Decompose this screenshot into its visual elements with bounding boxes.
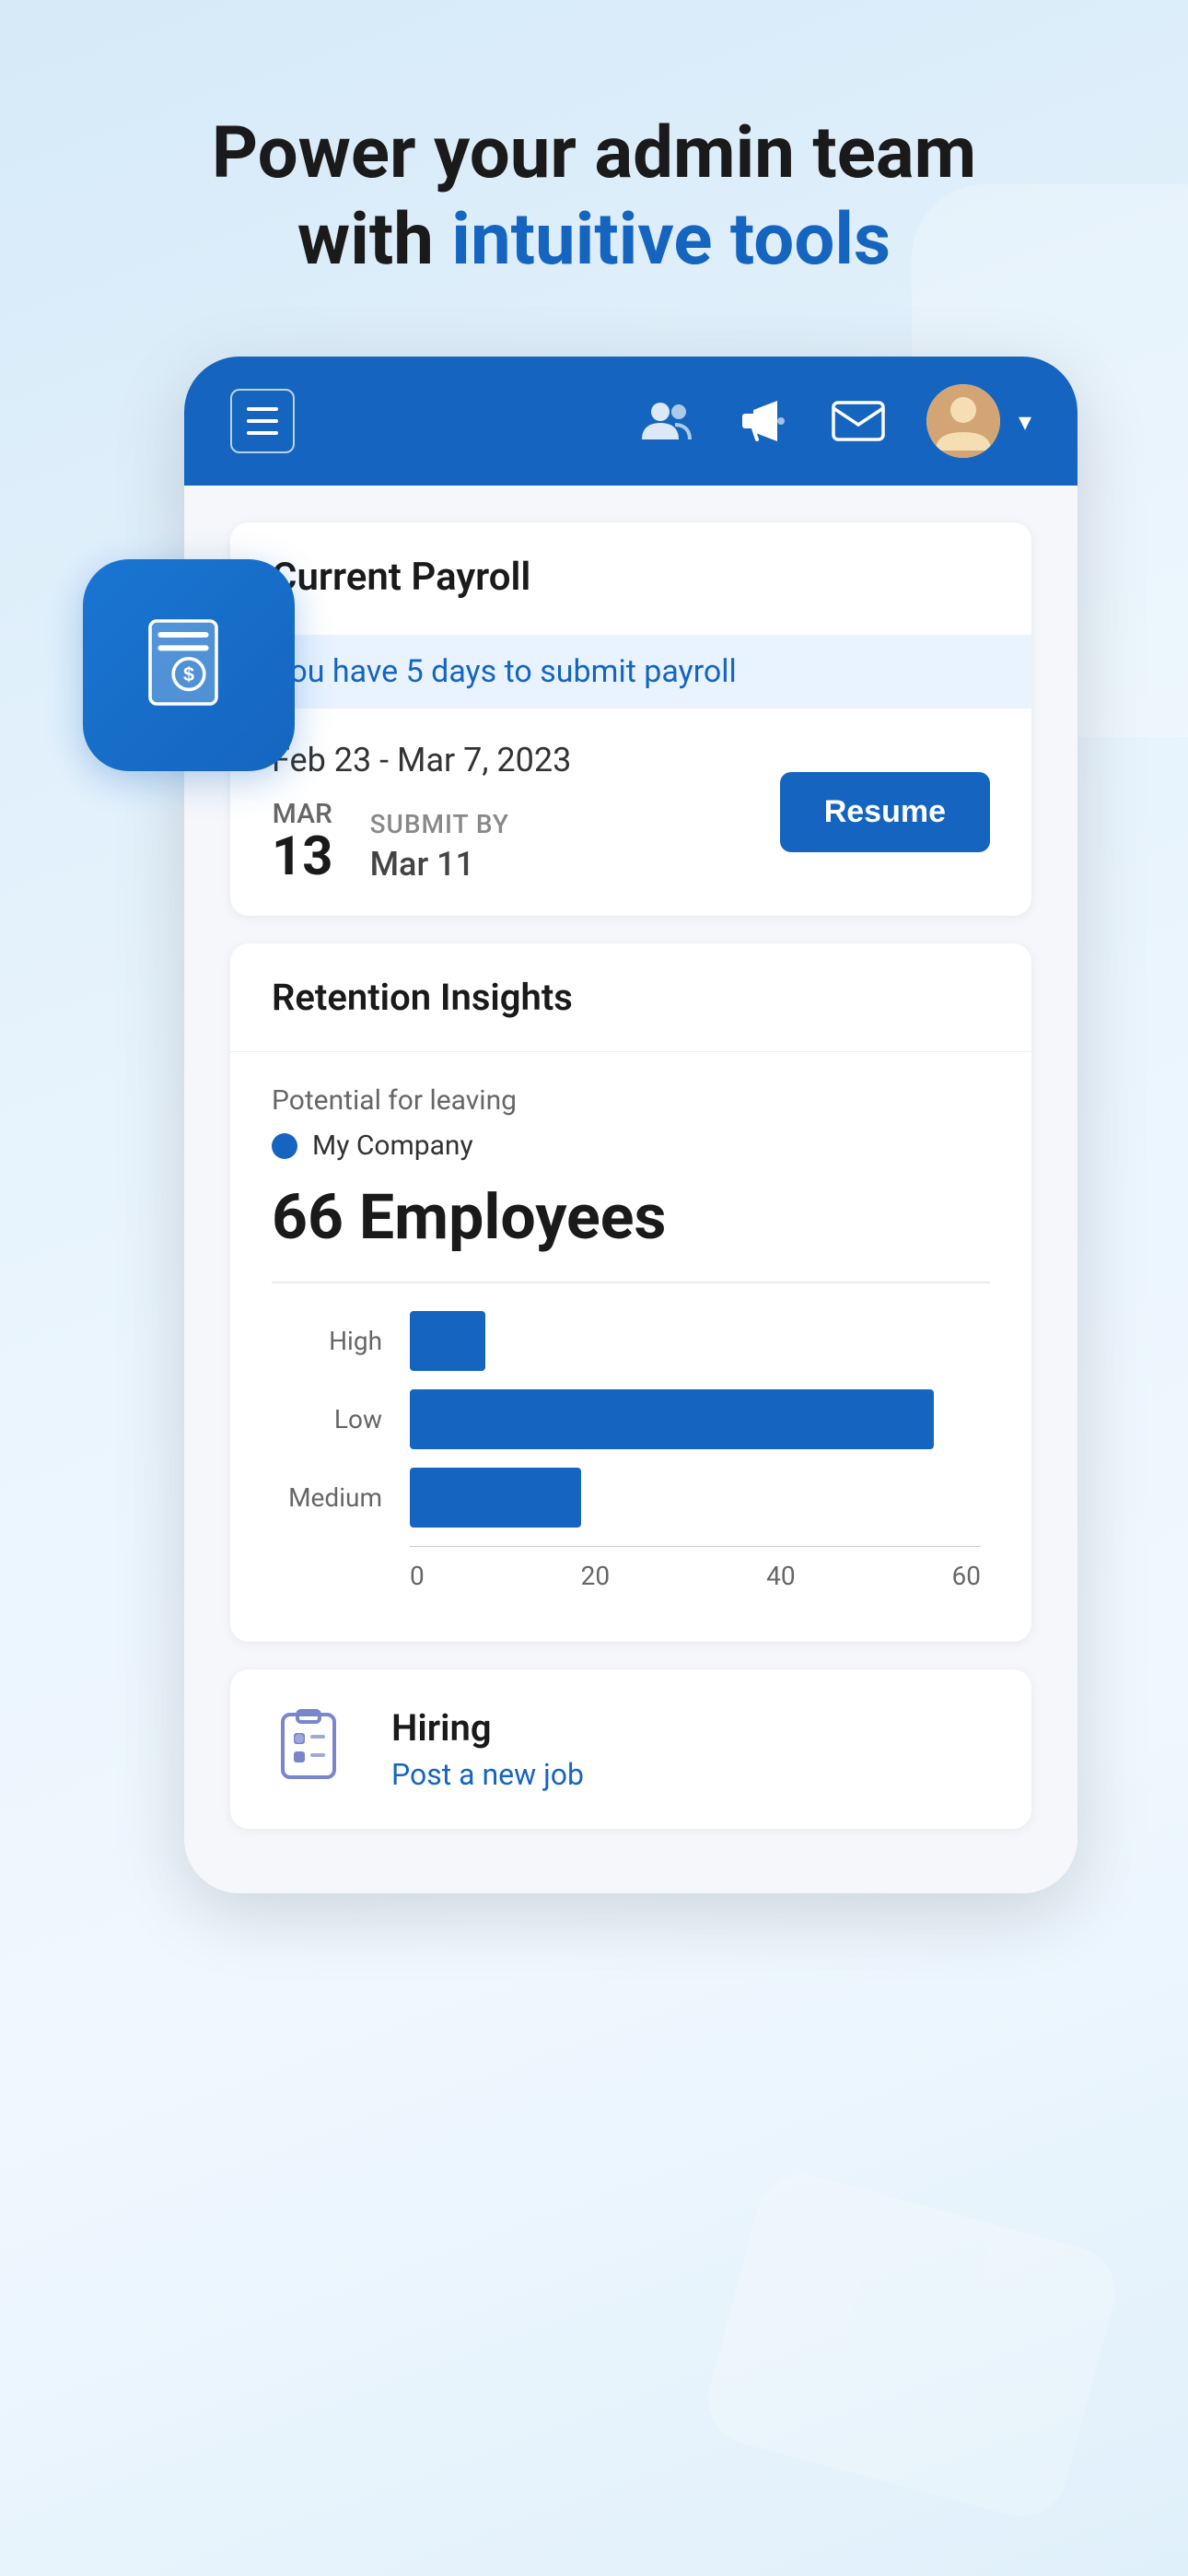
bg-decoration-bottom [698,2164,1125,2526]
hero-title: Power your admin team with intuitive too… [212,111,976,283]
chart-bar-area-high [410,1311,981,1371]
payroll-detail: Feb 23 - Mar 7, 2023 MAR 13 SUBMIT BY Ma… [230,708,1031,916]
chart-x-labels: 0 20 40 60 [410,1561,981,1591]
chart-row-low: Low [281,1389,981,1449]
retention-header: Retention Insights [230,943,1031,1052]
company-dot-indicator [272,1133,297,1159]
resume-button[interactable]: Resume [780,772,990,852]
hamburger-line-2 [247,419,278,423]
payroll-card: Current Payroll You have 5 days to submi… [230,522,1031,916]
chart-bar-low [410,1389,934,1449]
avatar [926,384,1000,458]
payroll-day: 13 [272,830,333,884]
chart-bar-area-low [410,1389,981,1449]
phone-mockup: $ [111,357,1077,1893]
company-name: My Company [312,1130,473,1162]
hamburger-line-3 [247,431,278,435]
payroll-info-row: MAR 13 SUBMIT BY Mar 11 [272,798,571,884]
chart-row-high: High [281,1311,981,1371]
hero-title-line1: Power your admin team [212,111,976,195]
employee-count: 66 Employees [272,1180,990,1254]
chart-bars-area: High Low [281,1311,981,1546]
retention-title: Retention Insights [272,976,990,1019]
chart-row-medium: Medium [281,1468,981,1528]
phone-frame: ▾ Current Payroll You have 5 days to sub… [184,357,1077,1893]
payroll-title: Current Payroll [272,555,990,600]
payroll-alert-banner: You have 5 days to submit payroll [230,635,1031,708]
chart-bar-medium [410,1468,581,1528]
submit-by-label: SUBMIT BY [370,809,509,839]
payroll-header: Current Payroll [230,522,1031,635]
x-label-40: 40 [766,1561,795,1591]
hiring-text: Hiring Post a new job [391,1706,584,1792]
payroll-left: Feb 23 - Mar 7, 2023 MAR 13 SUBMIT BY Ma… [272,741,571,884]
main-content: Current Payroll You have 5 days to submi… [184,486,1077,1893]
payroll-month: MAR 13 [272,798,333,884]
x-label-60: 60 [951,1561,980,1591]
hiring-icon-wrapper [272,1707,355,1790]
chart-x-axis: 0 20 40 60 [410,1546,981,1591]
mail-icon[interactable] [832,401,885,441]
retention-chart: High Low [272,1311,990,1610]
chart-bar-high [410,1311,485,1371]
avatar-image [926,384,1000,458]
hamburger-line-1 [247,407,278,411]
hero-title-line2-prefix: with [297,198,451,282]
divider [272,1282,990,1283]
megaphone-icon[interactable] [739,397,790,445]
submit-by-section: SUBMIT BY Mar 11 [370,809,509,884]
payroll-date-range: Feb 23 - Mar 7, 2023 [272,741,571,779]
retention-body: Potential for leaving My Company 66 Empl… [230,1052,1031,1642]
chart-label-low: Low [281,1404,410,1434]
hiring-icon [272,1707,355,1790]
company-row: My Company [272,1130,990,1162]
chart-label-medium: Medium [281,1482,410,1513]
submit-by-date: Mar 11 [370,845,509,884]
nav-right-icons: ▾ [642,384,1031,458]
chart-label-high: High [281,1326,410,1356]
menu-button[interactable] [230,389,295,453]
hiring-title: Hiring [391,1706,584,1750]
x-label-0: 0 [410,1561,425,1591]
svg-text:$: $ [183,662,194,685]
potential-label: Potential for leaving [272,1084,990,1117]
payroll-floating-icon: $ [83,559,295,771]
retention-card: Retention Insights Potential for leaving… [230,943,1031,1642]
nav-bar: ▾ [184,357,1077,486]
chart-bar-area-medium [410,1468,981,1528]
people-icon[interactable] [642,397,697,445]
user-menu[interactable]: ▾ [926,384,1031,458]
x-label-20: 20 [581,1561,610,1591]
post-job-link[interactable]: Post a new job [391,1757,584,1792]
hiring-card: Hiring Post a new job [230,1669,1031,1829]
avatar-chevron: ▾ [1019,406,1031,437]
hero-title-highlight: intuitive tools [451,198,891,282]
